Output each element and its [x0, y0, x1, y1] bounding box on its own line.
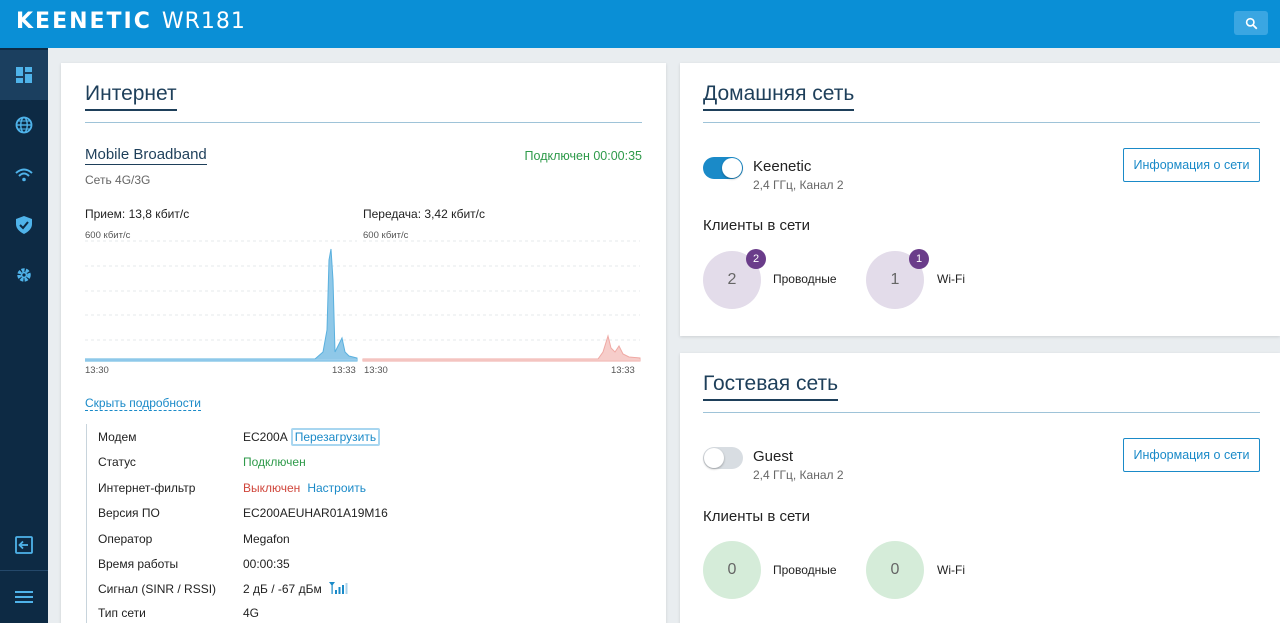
guest-network-ssid: Guest — [753, 448, 794, 465]
guest-wifi-label: Wi-Fi — [937, 563, 965, 577]
sidebar-item-internet[interactable] — [0, 100, 48, 150]
tx-chart — [362, 240, 641, 362]
filter-configure-link[interactable]: Настроить — [307, 481, 366, 495]
detail-label: Статус — [98, 455, 136, 469]
guest-network-title-rule — [703, 412, 1260, 413]
home-network-info-button[interactable]: Информация о сети — [1123, 148, 1260, 182]
sidebar-divider — [0, 570, 48, 571]
detail-value: Megafon — [243, 532, 290, 546]
sidebar-item-security[interactable] — [0, 200, 48, 250]
detail-label: Модем — [98, 430, 137, 444]
detail-label: Время работы — [98, 557, 179, 571]
menu-icon — [15, 591, 33, 603]
detail-value: Выключен Настроить — [243, 481, 366, 495]
brand: KEENETIC WR181 — [16, 9, 246, 34]
detail-value: 2 дБ / -67 дБм — [243, 582, 349, 596]
guest-wifi-clients-circle[interactable]: 0 — [866, 541, 924, 599]
tx-x-end: 13:33 — [611, 365, 635, 376]
tx-x-start: 13:30 — [364, 365, 388, 376]
guest-network-info-button[interactable]: Информация о сети — [1123, 438, 1260, 472]
guest-wired-label: Проводные — [773, 563, 837, 577]
guest-wifi-count: 0 — [890, 561, 900, 578]
dashboard-icon — [16, 67, 32, 83]
search-button[interactable] — [1234, 11, 1268, 35]
sidebar-item-logout[interactable] — [0, 520, 48, 570]
router-model: WR181 — [161, 9, 246, 34]
guest-wired-clients-circle[interactable]: 0 — [703, 541, 761, 599]
detail-value: EC200A Перезагрузить — [243, 428, 381, 446]
signal-value: 2 дБ / -67 дБм — [243, 582, 322, 596]
internet-title-rule — [85, 122, 642, 123]
sidebar-item-menu[interactable] — [0, 572, 48, 622]
rx-area — [85, 248, 358, 362]
traffic-charts — [85, 240, 641, 362]
sidebar-item-settings[interactable] — [0, 250, 48, 300]
hide-details-link[interactable]: Скрыть подробности — [85, 396, 201, 411]
guest-network-toggle[interactable] — [703, 447, 743, 469]
brand-logo: KEENETIC — [16, 9, 152, 34]
home-wired-count: 2 — [727, 271, 737, 288]
modem-reboot-button[interactable]: Перезагрузить — [290, 428, 381, 446]
shield-icon — [16, 216, 32, 234]
home-wifi-count: 1 — [890, 271, 900, 288]
rx-chart — [85, 240, 358, 362]
home-wired-badge: 2 — [746, 249, 766, 269]
guest-network-title: Гостевая сеть — [703, 372, 839, 401]
detail-value: 00:00:35 — [243, 557, 290, 571]
signal-bars-icon — [329, 582, 348, 594]
home-clients-title: Клиенты в сети — [703, 217, 811, 234]
detail-label: Сигнал (SINR / RSSI) — [98, 582, 217, 596]
home-wifi-badge: 1 — [909, 249, 929, 269]
globe-icon — [15, 116, 33, 134]
connection-type: Сеть 4G/3G — [85, 173, 151, 187]
guest-clients-title: Клиенты в сети — [703, 508, 811, 525]
detail-label: Оператор — [98, 532, 153, 546]
gear-icon — [17, 268, 31, 282]
toggle-knob — [722, 158, 742, 178]
modem-model: EC200A — [243, 430, 288, 444]
toggle-knob — [704, 448, 724, 468]
logout-icon — [15, 536, 33, 554]
detail-label: Версия ПО — [98, 506, 160, 520]
detail-label: Тип сети — [98, 606, 146, 620]
detail-value: Подключен — [243, 455, 306, 469]
search-icon — [1245, 17, 1257, 29]
home-network-ssid: Keenetic — [753, 158, 812, 175]
wifi-icon — [15, 168, 33, 182]
home-network-title-rule — [703, 122, 1260, 123]
detail-value: EC200AEUHAR01A19M16 — [243, 506, 388, 520]
guest-network-band: 2,4 ГГц, Канал 2 — [753, 468, 844, 482]
sidebar-item-wifi[interactable] — [0, 150, 48, 200]
detail-value: 4G — [243, 606, 260, 620]
tx-label: Передача: 3,42 кбит/с — [363, 207, 485, 221]
detail-label: Интернет-фильтр — [98, 481, 196, 495]
rx-x-start: 13:30 — [85, 365, 109, 376]
sidebar-item-dashboard[interactable] — [0, 50, 48, 100]
connection-status: Подключен 00:00:35 — [524, 149, 642, 163]
connection-name[interactable]: Mobile Broadband — [85, 146, 207, 165]
internet-title: Интернет — [85, 82, 177, 111]
home-wired-label: Проводные — [773, 272, 837, 286]
rx-x-end: 13:33 — [332, 365, 356, 376]
top-bar: KEENETIC WR181 — [0, 0, 1280, 48]
rx-label: Прием: 13,8 кбит/с — [85, 207, 190, 221]
home-network-title: Домашняя сеть — [703, 82, 855, 111]
home-network-toggle[interactable] — [703, 157, 743, 179]
modem-details: Модем EC200A Перезагрузить Статус Подключ… — [86, 424, 606, 623]
sidebar — [0, 48, 48, 623]
home-wifi-label: Wi-Fi — [937, 272, 965, 286]
guest-wired-count: 0 — [727, 561, 737, 578]
filter-state: Выключен — [243, 481, 301, 495]
home-network-band: 2,4 ГГц, Канал 2 — [753, 178, 844, 192]
